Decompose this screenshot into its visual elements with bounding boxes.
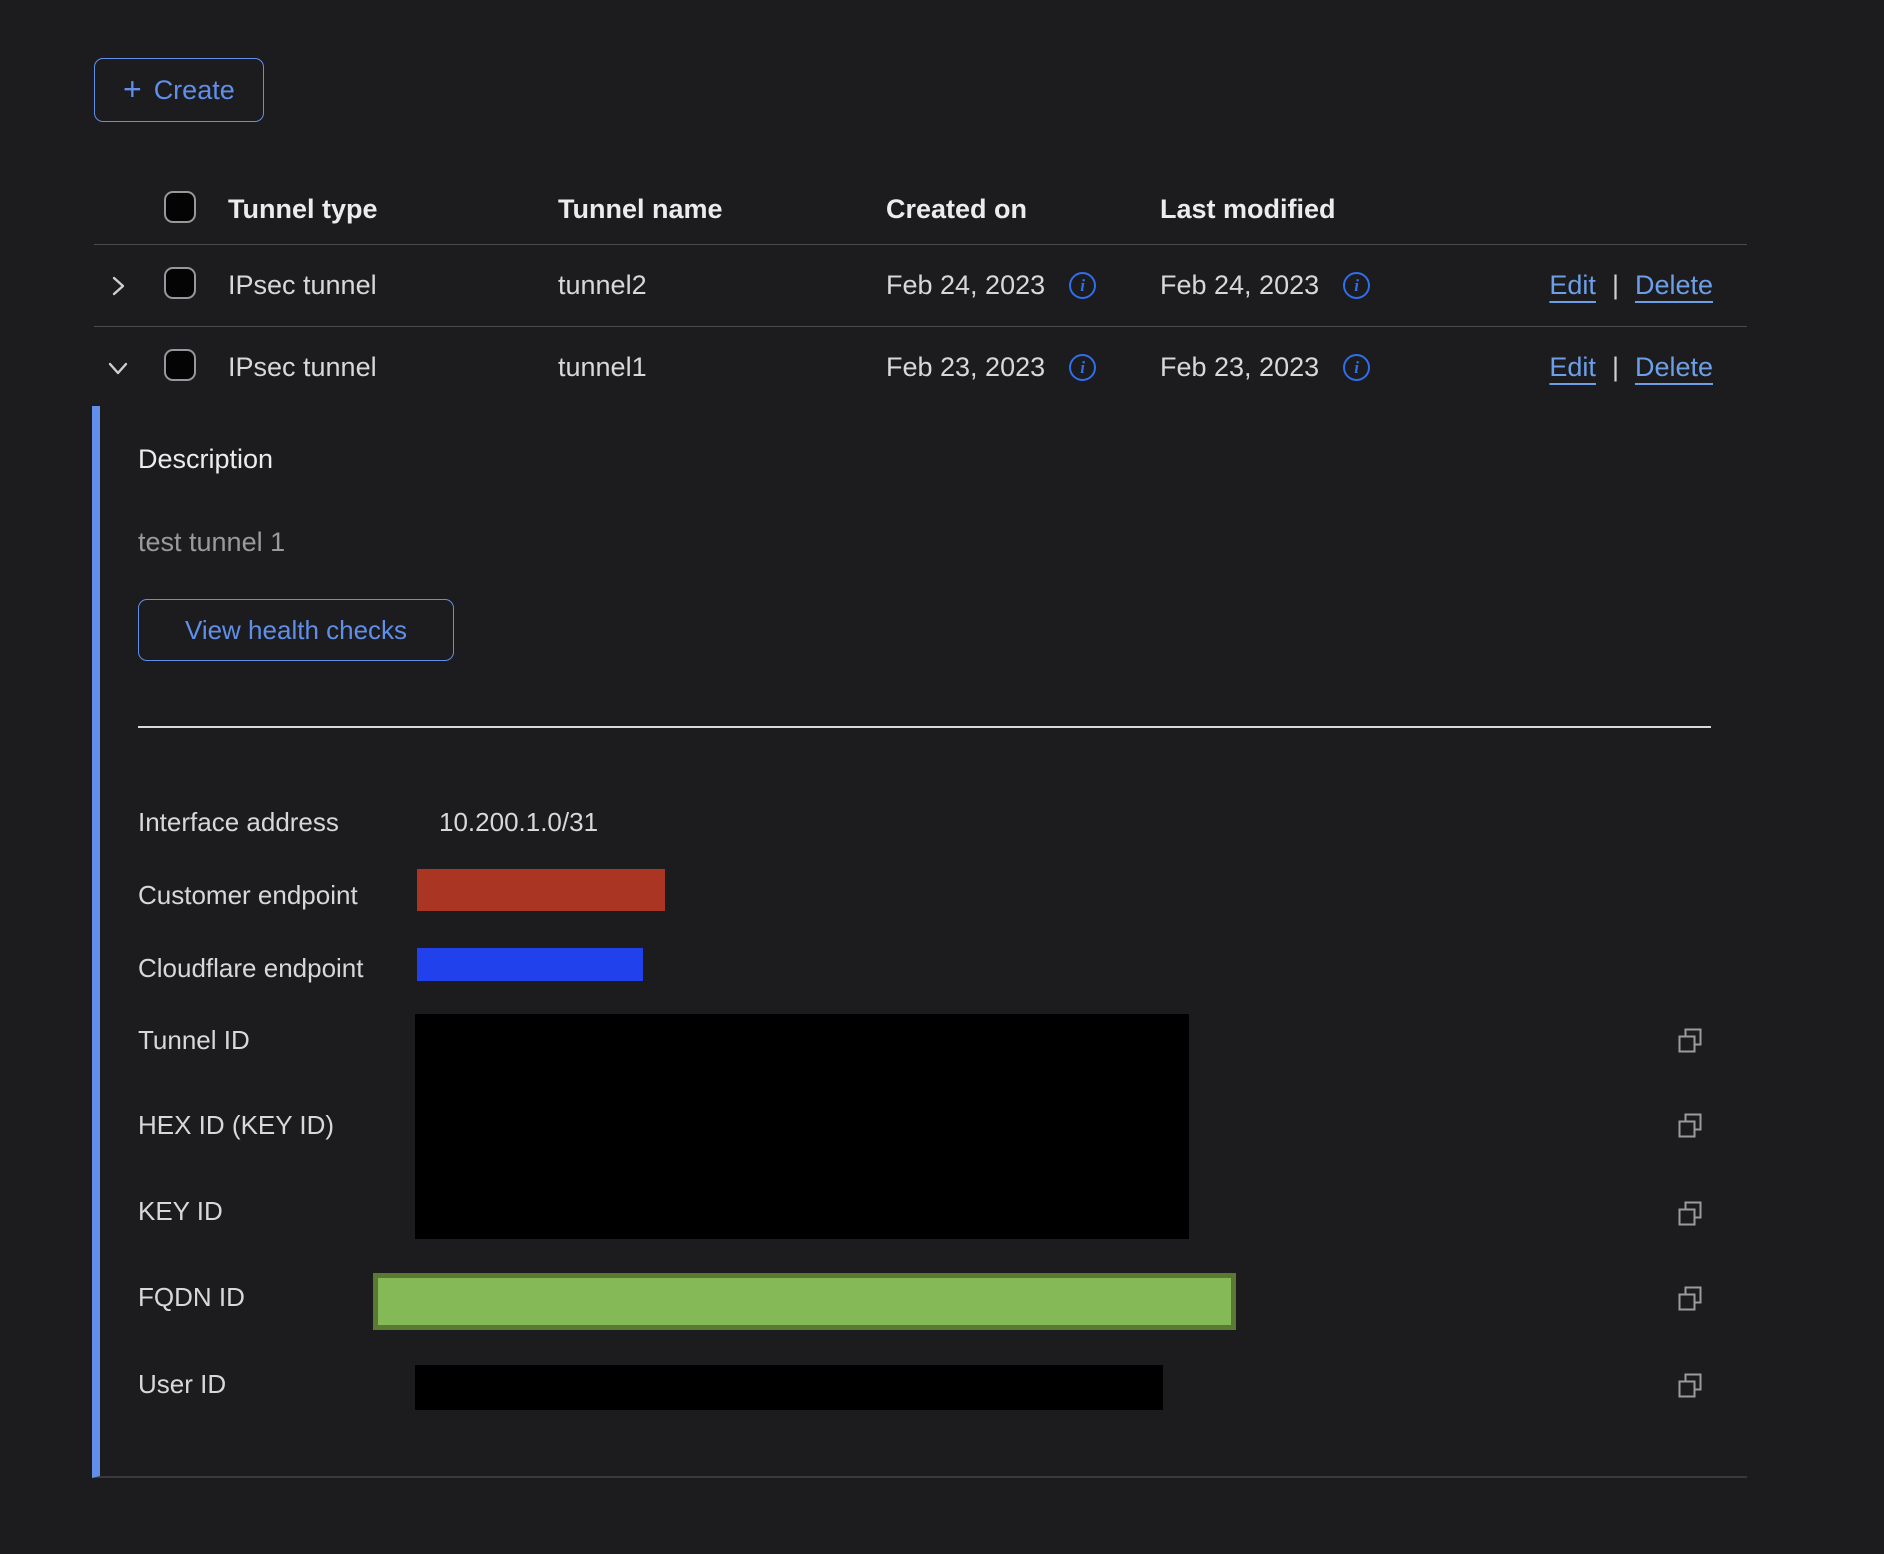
- create-button[interactable]: + Create: [94, 58, 264, 122]
- info-icon[interactable]: i: [1343, 272, 1370, 299]
- copy-icon: [1676, 1285, 1704, 1313]
- key-id-label: KEY ID: [138, 1195, 223, 1227]
- chevron-down-icon: [106, 356, 130, 380]
- header-last-modified: Last modified: [1160, 194, 1454, 225]
- table-row: IPsec tunnel tunnel2 Feb 24, 2023 i Feb …: [94, 245, 1747, 327]
- interface-address-label: Interface address: [138, 806, 339, 838]
- row-checkbox[interactable]: [164, 349, 196, 381]
- cloudflare-endpoint-redacted-value: [417, 948, 643, 981]
- tunnel-type-cell: IPsec tunnel: [228, 270, 558, 301]
- copy-icon: [1676, 1027, 1704, 1055]
- chevron-right-icon: [106, 274, 130, 298]
- hex-id-label: HEX ID (KEY ID): [138, 1109, 334, 1141]
- copy-fqdn-id-button[interactable]: [1676, 1285, 1704, 1316]
- info-icon[interactable]: i: [1343, 354, 1370, 381]
- last-modified-cell: Feb 24, 2023: [1160, 270, 1319, 301]
- customer-endpoint-label: Customer endpoint: [138, 879, 358, 911]
- fqdn-id-redacted-value: [373, 1273, 1236, 1330]
- interface-address-value: 10.200.1.0/31: [439, 806, 598, 838]
- tunnel-name-cell: tunnel1: [558, 352, 886, 383]
- copy-icon: [1676, 1200, 1704, 1228]
- delete-link[interactable]: Delete: [1635, 270, 1713, 301]
- edit-link[interactable]: Edit: [1549, 352, 1596, 383]
- table-header-row: Tunnel type Tunnel name Created on Last …: [94, 174, 1747, 245]
- collapse-row-button[interactable]: [106, 356, 130, 380]
- user-id-label: User ID: [138, 1368, 226, 1400]
- section-divider: [138, 726, 1711, 728]
- copy-icon: [1676, 1372, 1704, 1400]
- plus-icon: +: [123, 73, 142, 105]
- created-on-cell: Feb 24, 2023: [886, 270, 1045, 301]
- description-value: test tunnel 1: [138, 526, 285, 559]
- edit-link[interactable]: Edit: [1549, 270, 1596, 301]
- table-row: IPsec tunnel tunnel1 Feb 23, 2023 i Feb …: [94, 327, 1747, 408]
- header-created-on: Created on: [886, 194, 1160, 225]
- ipsec-tunnels-page: + Create Tunnel type Tunnel name Created…: [0, 0, 1884, 1554]
- actions-separator: |: [1612, 352, 1619, 383]
- tunnel-name-cell: tunnel2: [558, 270, 886, 301]
- header-tunnel-name: Tunnel name: [558, 194, 886, 225]
- copy-tunnel-id-button[interactable]: [1676, 1027, 1704, 1058]
- info-icon[interactable]: i: [1069, 354, 1096, 381]
- tunnel-id-label: Tunnel ID: [138, 1024, 250, 1056]
- copy-user-id-button[interactable]: [1676, 1372, 1704, 1403]
- last-modified-cell: Feb 23, 2023: [1160, 352, 1319, 383]
- copy-icon: [1676, 1112, 1704, 1140]
- tunnels-table: Tunnel type Tunnel name Created on Last …: [94, 174, 1747, 408]
- tunnel-type-cell: IPsec tunnel: [228, 352, 558, 383]
- user-id-redacted-value: [415, 1365, 1163, 1410]
- view-health-checks-button[interactable]: View health checks: [138, 599, 454, 661]
- ids-redacted-value: [415, 1014, 1189, 1239]
- row-checkbox[interactable]: [164, 267, 196, 299]
- header-tunnel-type: Tunnel type: [228, 194, 558, 225]
- copy-key-id-button[interactable]: [1676, 1200, 1704, 1231]
- fqdn-id-label: FQDN ID: [138, 1281, 245, 1313]
- created-on-cell: Feb 23, 2023: [886, 352, 1045, 383]
- info-icon[interactable]: i: [1069, 272, 1096, 299]
- expand-row-button[interactable]: [106, 274, 130, 298]
- cloudflare-endpoint-label: Cloudflare endpoint: [138, 952, 364, 984]
- select-all-checkbox[interactable]: [164, 191, 196, 223]
- description-label: Description: [138, 443, 273, 475]
- customer-endpoint-redacted-value: [417, 869, 665, 911]
- create-button-label: Create: [154, 75, 235, 106]
- delete-link[interactable]: Delete: [1635, 352, 1713, 383]
- copy-hex-id-button[interactable]: [1676, 1112, 1704, 1143]
- tunnel-detail-panel: Description test tunnel 1 View health ch…: [92, 406, 1747, 1478]
- actions-separator: |: [1612, 270, 1619, 301]
